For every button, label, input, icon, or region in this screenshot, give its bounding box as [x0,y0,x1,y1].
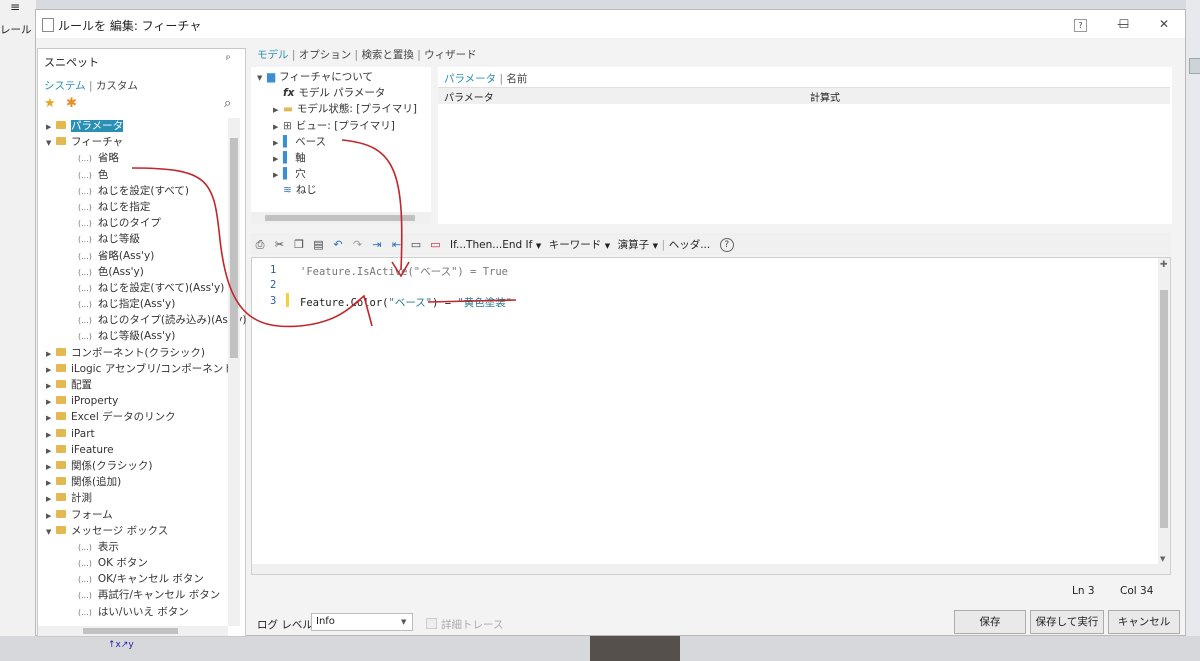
annotation-arrow-base [341,139,403,271]
annotation-overlay [131,139,517,328]
annotation-arrowhead-1 [351,294,373,327]
annotation-arrow-color [131,167,361,328]
annotation-underline [427,299,517,303]
